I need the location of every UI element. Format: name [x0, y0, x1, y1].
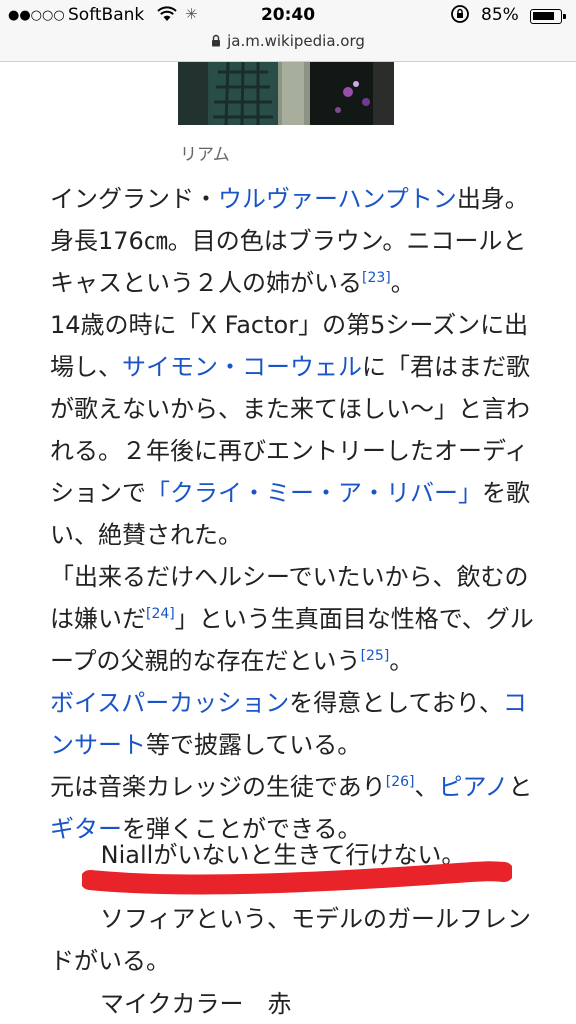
link-simon-cowell[interactable]: サイモン・コーウェル	[122, 353, 362, 381]
paragraph-origin: イングランド・ウルヴァーハンプトン出身。身長176㎝。目の色はブラウン。ニコール…	[50, 178, 550, 304]
reference-23[interactable]: [23]	[362, 270, 391, 286]
link-wolverhampton[interactable]: ウルヴァーハンプトン	[218, 185, 457, 213]
text-segment: イングランド・	[50, 185, 218, 213]
link-voice-percussion[interactable]: ボイスパーカッション	[50, 689, 289, 717]
lock-icon	[212, 34, 221, 47]
battery-percentage: 85%	[481, 5, 519, 25]
paragraph-beatbox: ボイスパーカッションを得意としており、コンサート等で披露している。	[50, 682, 550, 766]
battery-icon	[530, 9, 566, 24]
paragraph-xfactor: 14歳の時に「X Factor」の第5シーズンに出場し、サイモン・コーウェルに「…	[50, 304, 550, 556]
red-underline-marker	[82, 861, 512, 895]
text-segment: 、	[414, 773, 439, 801]
photo-graphic	[178, 62, 394, 125]
article-image[interactable]	[178, 62, 394, 125]
url-text: ja.m.wikipedia.org	[227, 32, 365, 50]
status-bar: ●●○○○ SoftBank ✳ 20:40 85% ja.m.wikipedi…	[0, 0, 576, 62]
text-segment: と	[508, 773, 533, 801]
annotation-girlfriend: ソフィアという、モデルのガールフレンドがいる。	[50, 905, 532, 975]
address-bar[interactable]: ja.m.wikipedia.org	[0, 32, 576, 56]
text-segment: 等で披露している。	[146, 731, 362, 759]
reference-26[interactable]: [26]	[386, 774, 415, 790]
text-segment: 元は音楽カレッジの生徒であり	[50, 773, 386, 801]
image-caption: リアム	[180, 145, 230, 165]
annotation-mic-color: マイクカラー 赤	[100, 990, 292, 1018]
text-segment: 。	[389, 647, 414, 675]
text-segment: 。	[390, 269, 415, 297]
article-body: イングランド・ウルヴァーハンプトン出身。身長176㎝。目の色はブラウン。ニコール…	[50, 178, 550, 850]
link-cry-me-a-river[interactable]: 「クライ・ミー・ア・リバー」	[146, 479, 482, 507]
battery-level	[533, 12, 554, 20]
link-piano[interactable]: ピアノ	[439, 773, 509, 801]
text-segment: を得意としており、	[289, 689, 503, 717]
reference-25[interactable]: [25]	[361, 648, 390, 664]
paragraph-personality: 「出来るだけヘルシーでいたいから、飲むのは嫌いだ[24]」という生真面目な性格で…	[50, 556, 550, 682]
rotation-lock-icon	[451, 5, 469, 23]
reference-24[interactable]: [24]	[146, 606, 175, 622]
